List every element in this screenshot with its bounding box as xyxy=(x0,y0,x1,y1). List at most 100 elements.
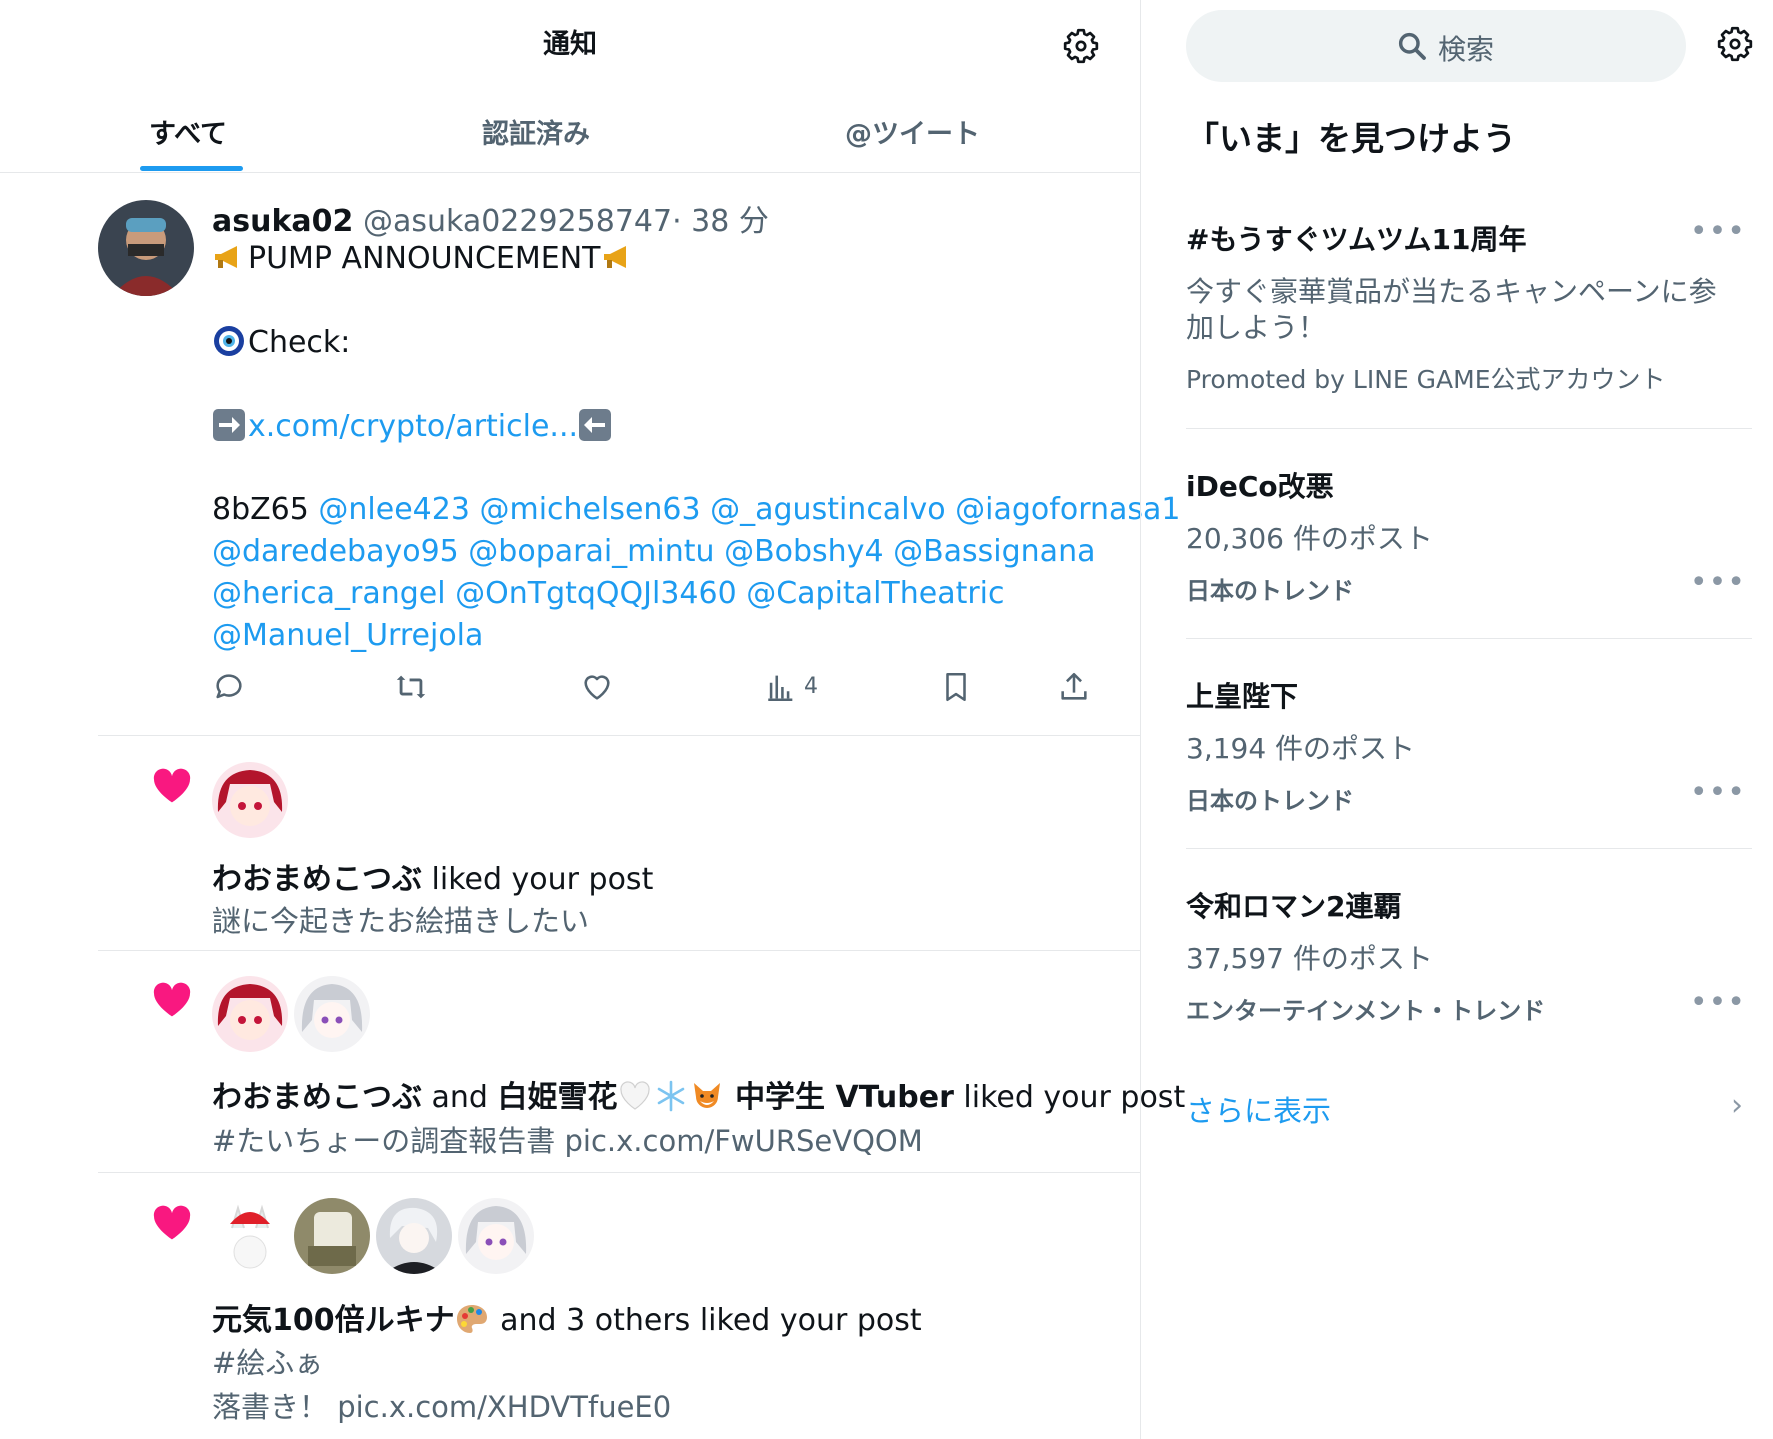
bookmark-icon[interactable] xyxy=(939,670,973,704)
avatar[interactable] xyxy=(212,1198,288,1274)
page-title: 通知 xyxy=(543,29,597,60)
trend-item[interactable]: 令和ロマン2連覇 37,597 件のポスト エンターテインメント・トレンド ••… xyxy=(1186,885,1746,1035)
show-more-link[interactable]: さらに表示 xyxy=(1186,1088,1331,1130)
tweet-author-handle[interactable]: @asuka0229258747 xyxy=(363,204,672,239)
tweet-header: asuka02 @asuka0229258747· 38 分 xyxy=(212,196,769,240)
more-options-icon[interactable]: ••• xyxy=(1690,775,1746,810)
more-options-icon[interactable]: ••• xyxy=(1690,214,1746,249)
share-icon[interactable] xyxy=(1057,670,1091,704)
like-icon[interactable] xyxy=(580,670,614,704)
notification-text: わおまめこつぶ and 白姫雪花 中学生 VTuber liked your p… xyxy=(212,1072,1185,1116)
active-tab-indicator xyxy=(140,166,243,171)
retweet-icon[interactable] xyxy=(394,670,428,704)
trend-category: エンターテインメント・トレンド xyxy=(1186,997,1546,1025)
divider xyxy=(98,950,1140,951)
notification-post-text[interactable]: 謎に今起きたお絵描きしたい xyxy=(212,898,589,940)
divider xyxy=(1186,638,1752,639)
liker-name[interactable]: わおまめこつぶ xyxy=(212,862,422,897)
tweet-text-line: PUMP ANNOUNCEMENT xyxy=(212,240,637,276)
notification-action: liked your post xyxy=(422,862,654,897)
notification-post-text[interactable]: #たいちょーの調査報告書 pic.x.com/FwURSeVQOM xyxy=(212,1118,923,1160)
notification-text: 元気100倍ルキナ and 3 others liked your post xyxy=(212,1295,922,1339)
notification-post-text[interactable]: #絵ふぁ xyxy=(212,1340,323,1382)
notification-action: and 3 others liked your post xyxy=(490,1303,922,1338)
right-arrow-icon xyxy=(213,409,245,441)
more-options-icon[interactable]: ••• xyxy=(1690,985,1746,1020)
trend-description: 加しよう！ xyxy=(1186,311,1327,344)
avatar[interactable] xyxy=(294,976,370,1052)
left-arrow-icon xyxy=(579,409,612,441)
trend-title: 令和ロマン2連覇 xyxy=(1186,890,1402,923)
trend-promoted-by: Promoted by LINE GAME公式アカウント xyxy=(1186,365,1666,394)
avatar[interactable] xyxy=(294,1198,370,1274)
tweet-check-text: Check: xyxy=(248,325,351,360)
mention-list[interactable]: @nlee423 @michelsen63 @_agustincalvo @ia… xyxy=(318,492,1180,527)
article-link[interactable]: x.com/crypto/article... xyxy=(248,409,578,444)
tab-bar: すべて 認証済み @ツイート xyxy=(0,100,1140,173)
divider xyxy=(1186,428,1752,429)
heart-icon xyxy=(153,768,191,803)
trend-description: 今すぐ豪華賞品が当たるキャンペーンに参 xyxy=(1186,275,1717,308)
avatar[interactable] xyxy=(376,1198,452,1274)
gear-icon[interactable] xyxy=(1062,27,1100,65)
mention-list[interactable]: @daredebayo95 @boparai_mintu @Bobshy4 @B… xyxy=(212,534,1095,569)
views-count: 4 xyxy=(804,674,818,699)
reply-icon[interactable] xyxy=(212,670,246,704)
notification-post-text[interactable]: 落書き！ pic.x.com/XHDVTfueE0 xyxy=(212,1384,671,1426)
tweet-text-line: Check: xyxy=(212,324,350,360)
tab-all[interactable]: すべて xyxy=(149,112,227,151)
trend-item[interactable]: #もうすぐツムツム11周年 ••• 今すぐ豪華賞品が当たるキャンペーンに参 加し… xyxy=(1186,214,1746,398)
trend-category: 日本のトレンド xyxy=(1186,577,1354,605)
mention-list[interactable]: @herica_rangel @OnTgtqQQJl3460 @CapitalT… xyxy=(212,576,1005,611)
tweet-author-name[interactable]: asuka02 xyxy=(212,204,353,239)
liker-name[interactable]: わおまめこつぶ xyxy=(212,1080,422,1115)
tweet-code: 8bZ65 xyxy=(212,492,309,527)
white-heart-icon xyxy=(619,1081,650,1110)
fox-icon xyxy=(693,1083,720,1108)
heart-icon xyxy=(153,1205,191,1240)
trend-item[interactable]: 上皇陛下 3,194 件のポスト 日本のトレンド ••• xyxy=(1186,675,1746,825)
search-icon xyxy=(1398,32,1426,60)
trend-title: #もうすぐツムツム11周年 xyxy=(1186,223,1527,256)
trend-title: iDeCo改悪 xyxy=(1186,470,1334,503)
tweet-text-line: x.com/crypto/article... xyxy=(212,408,614,444)
avatar[interactable] xyxy=(212,762,288,838)
mention-list[interactable]: @Manuel_Urrejola xyxy=(212,618,483,653)
snowflake-icon xyxy=(657,1080,684,1112)
avatar[interactable] xyxy=(212,976,288,1052)
search-placeholder: 検索 xyxy=(1438,33,1495,66)
tweet-actions: 4 xyxy=(212,670,1112,710)
avatar[interactable] xyxy=(98,200,194,296)
liker-name[interactable]: 元気100倍ルキナ xyxy=(212,1303,455,1338)
trend-item[interactable]: iDeCo改悪 20,306 件のポスト 日本のトレンド ••• xyxy=(1186,465,1746,615)
tab-mentions[interactable]: @ツイート xyxy=(845,112,980,151)
trend-post-count: 3,194 件のポスト xyxy=(1186,732,1416,765)
more-options-icon[interactable]: ••• xyxy=(1690,565,1746,600)
notification-connector: and xyxy=(422,1080,498,1115)
views-icon[interactable] xyxy=(764,670,798,704)
heart-icon xyxy=(153,982,191,1017)
gear-icon[interactable] xyxy=(1716,25,1754,63)
palette-icon xyxy=(456,1305,487,1333)
notification-text: わおまめこつぶ liked your post xyxy=(212,854,653,898)
explore-sidebar: 検索 「いま」を見つけよう #もうすぐツムツム11周年 ••• 今すぐ豪華賞品が… xyxy=(1141,0,1773,1439)
chevron-right-icon: › xyxy=(1731,1088,1743,1123)
trend-post-count: 20,306 件のポスト xyxy=(1186,522,1433,555)
tweet-text-line: 8bZ65 @nlee423 @michelsen63 @_agustincal… xyxy=(212,492,1181,527)
nazar-amulet-icon xyxy=(214,326,244,356)
trend-post-count: 37,597 件のポスト xyxy=(1186,942,1433,975)
search-input[interactable]: 検索 xyxy=(1186,10,1686,82)
trend-category: 日本のトレンド xyxy=(1186,787,1354,815)
liker-name[interactable]: 白姫雪花 xyxy=(498,1080,618,1115)
tab-verified[interactable]: 認証済み xyxy=(482,112,590,151)
tweet-time: · 38 分 xyxy=(672,204,769,239)
avatar[interactable] xyxy=(458,1198,534,1274)
trend-title: 上皇陛下 xyxy=(1186,680,1299,713)
divider xyxy=(98,1172,1140,1173)
divider xyxy=(1186,848,1752,849)
megaphone-icon xyxy=(215,246,237,268)
megaphone-icon xyxy=(603,246,626,268)
tweet-headline: PUMP ANNOUNCEMENT xyxy=(248,241,601,276)
liker-name[interactable]: 中学生 VTuber xyxy=(735,1080,954,1115)
divider xyxy=(98,735,1140,736)
